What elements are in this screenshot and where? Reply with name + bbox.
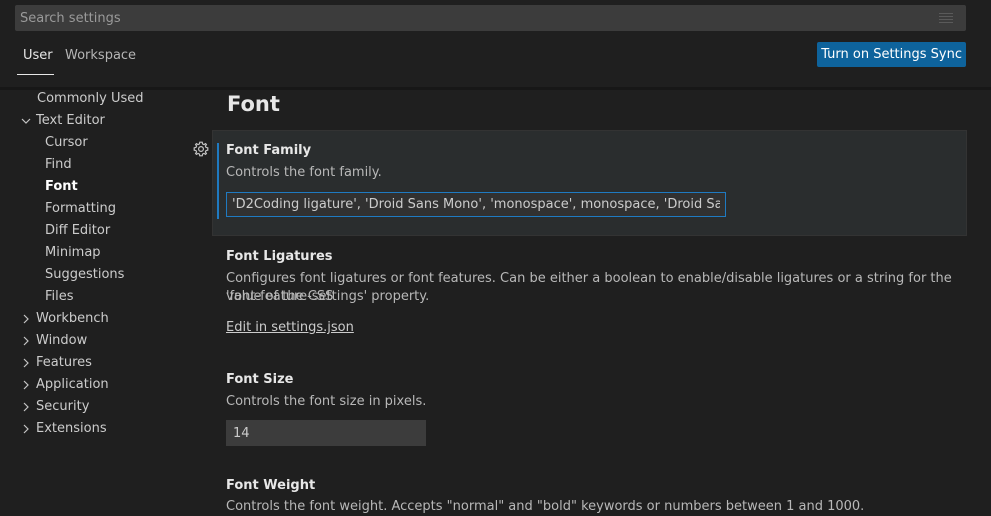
- font-size-input[interactable]: [226, 420, 426, 446]
- font-ligatures-title: Font Ligatures: [226, 249, 333, 264]
- focus-indicator: [217, 143, 219, 219]
- toc-item-security[interactable]: Security: [19, 396, 89, 418]
- font-size-description: Controls the font size in pixels.: [226, 394, 427, 409]
- chevron-right-icon: [19, 422, 33, 436]
- font-family-title: Font Family: [226, 143, 312, 158]
- toc-item-label: Font: [45, 179, 78, 194]
- settings-sync-button[interactable]: Turn on Settings Sync: [817, 42, 966, 67]
- edit-in-settings-json-link[interactable]: Edit in settings.json: [226, 320, 354, 335]
- toc-item-extensions[interactable]: Extensions: [19, 418, 107, 440]
- chevron-right-icon: [19, 312, 33, 326]
- font-family-description: Controls the font family.: [226, 165, 382, 180]
- toc-item-files[interactable]: Files: [45, 286, 74, 308]
- toc-item-label: Minimap: [45, 245, 101, 260]
- toc-item-workbench[interactable]: Workbench: [19, 308, 109, 330]
- settings-scope-tabs: User Workspace Turn on Settings Sync: [15, 38, 966, 75]
- toc-item-font[interactable]: Font: [45, 176, 78, 198]
- active-tab-indicator: [17, 74, 54, 75]
- font-ligatures-description-line2: 'font-feature-settings' property.: [226, 289, 430, 304]
- search-input[interactable]: [16, 6, 935, 30]
- font-family-input[interactable]: [226, 192, 726, 217]
- toc-item-cursor[interactable]: Cursor: [45, 132, 88, 154]
- search-bar[interactable]: [15, 5, 966, 31]
- toc-item-minimap[interactable]: Minimap: [45, 242, 101, 264]
- toc-item-label: Find: [45, 157, 72, 172]
- tab-workspace[interactable]: Workspace: [65, 48, 136, 63]
- toc-item-label: Features: [36, 355, 92, 370]
- setting-font-family: [212, 130, 967, 236]
- toc-item-label: Diff Editor: [45, 223, 111, 238]
- toc-item-formatting[interactable]: Formatting: [45, 198, 116, 220]
- toc-item-label: Formatting: [45, 201, 117, 216]
- toc-item-label: Files: [45, 289, 74, 304]
- toc-item-label: Application: [36, 377, 109, 392]
- gear-icon[interactable]: [192, 140, 210, 158]
- toc-item-label: Commonly Used: [37, 91, 144, 106]
- toc-item-label: Suggestions: [45, 267, 125, 282]
- toc-item-label: Text Editor: [36, 113, 105, 128]
- header-divider: [0, 87, 991, 90]
- chevron-right-icon: [19, 356, 33, 370]
- tab-user[interactable]: User: [23, 48, 53, 63]
- chevron-right-icon: [19, 400, 33, 414]
- toc-item-label: Extensions: [36, 421, 107, 436]
- toc-item-application[interactable]: Application: [19, 374, 109, 396]
- filter-list-icon[interactable]: [935, 7, 957, 29]
- font-weight-title: Font Weight: [226, 478, 316, 493]
- section-title: Font: [227, 92, 280, 116]
- toc-item-label: Cursor: [45, 135, 88, 150]
- toc-item-window[interactable]: Window: [19, 330, 87, 352]
- toc-item-commonly-used[interactable]: Commonly Used: [37, 88, 144, 110]
- chevron-right-icon: [19, 378, 33, 392]
- chevron-down-icon: [19, 114, 33, 128]
- font-weight-description: Controls the font weight. Accepts "norma…: [226, 499, 865, 514]
- toc-item-label: Workbench: [36, 311, 109, 326]
- toc-item-label: Security: [36, 399, 90, 414]
- toc-item-suggestions[interactable]: Suggestions: [45, 264, 124, 286]
- font-size-title: Font Size: [226, 372, 294, 387]
- toc-item-text-editor[interactable]: Text Editor: [19, 110, 105, 132]
- toc-item-find[interactable]: Find: [45, 154, 72, 176]
- toc-item-label: Window: [36, 333, 88, 348]
- chevron-right-icon: [19, 334, 33, 348]
- toc-item-diff-editor[interactable]: Diff Editor: [45, 220, 110, 242]
- toc-item-features[interactable]: Features: [19, 352, 92, 374]
